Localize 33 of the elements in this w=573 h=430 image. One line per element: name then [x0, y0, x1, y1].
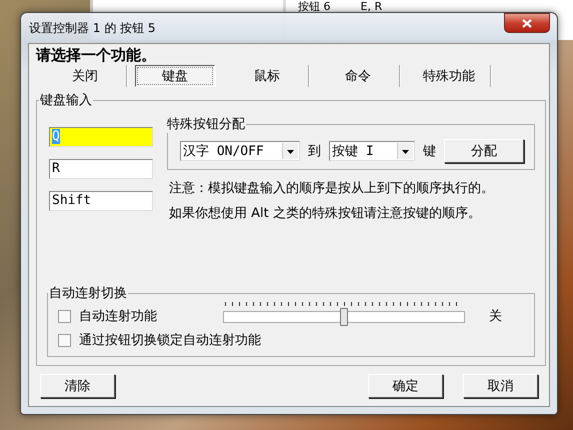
close-icon — [522, 18, 532, 28]
key-label: 键 — [423, 143, 436, 160]
checkbox[interactable] — [58, 334, 71, 346]
speed-slider[interactable] — [223, 311, 465, 323]
note-text: 如果你想使用 Alt 之类的特殊按钮请注意按键的顺序。 — [169, 205, 482, 223]
tab[interactable]: 命令 — [317, 65, 400, 87]
slider-thumb[interactable] — [340, 308, 348, 326]
key-field[interactable]: R — [49, 159, 153, 179]
slider-reading: 关 — [489, 308, 502, 325]
checkbox-label: 通过按钮切换锁定自动连射功能 — [79, 332, 261, 349]
target-dropdown[interactable]: 按键 I — [329, 141, 415, 161]
clear-button[interactable]: 清除 — [40, 374, 115, 398]
ok-button[interactable]: 确定 — [368, 374, 443, 398]
note-text: 注意：模拟键盘输入的顺序是按从上到下的顺序执行的。 — [169, 180, 495, 198]
prompt-text: 请选择一个功能。 — [36, 46, 157, 65]
checkbox[interactable] — [58, 310, 71, 322]
group-title: 特殊按钮分配 — [166, 116, 246, 133]
close-button[interactable] — [504, 13, 550, 33]
tab[interactable]: 鼠标 — [226, 65, 309, 87]
to-label: 到 — [308, 143, 321, 160]
tab[interactable]: 键盘 — [135, 65, 215, 87]
group-title: 自动连射切换 — [48, 285, 128, 302]
window-title: 设置控制器 1 的 按钮 5 — [28, 20, 156, 36]
tab[interactable]: 关闭 — [44, 65, 127, 87]
group-title: 键盘输入 — [39, 92, 93, 109]
checkbox-label: 自动连射功能 — [79, 308, 158, 325]
tab[interactable]: 特殊功能 — [408, 65, 491, 87]
source-dropdown[interactable]: 汉字 ON/OFF — [180, 141, 300, 161]
list-value: E, R — [360, 0, 382, 13]
key-field[interactable]: Shift — [49, 191, 153, 211]
assign-button[interactable]: 分配 — [444, 139, 524, 163]
list-label: 按钮 6 — [298, 0, 330, 13]
cancel-button[interactable]: 取消 — [463, 374, 538, 398]
